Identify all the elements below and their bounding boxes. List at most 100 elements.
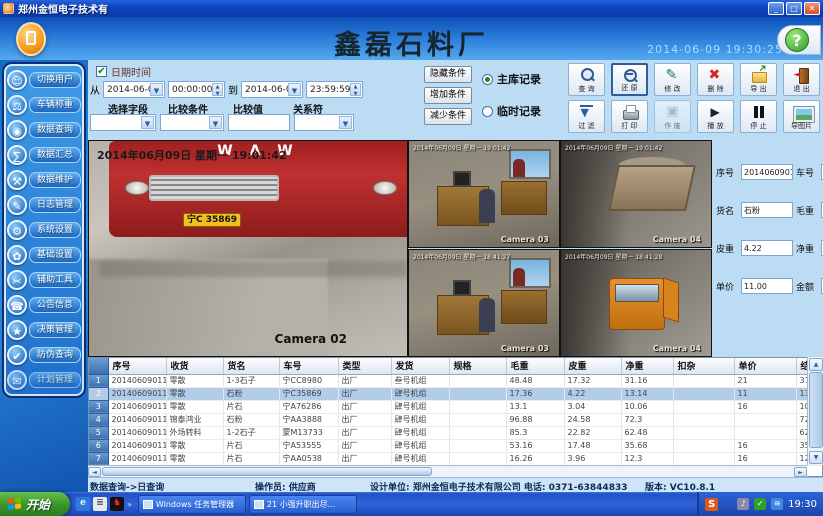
filter-combo-3[interactable] — [228, 114, 290, 131]
column-header[interactable]: 类型 — [338, 358, 391, 374]
chevron-down-icon[interactable]: ▼ — [288, 83, 301, 96]
close-button[interactable]: ✕ — [804, 2, 820, 15]
table-row[interactable]: 72014060901114零散片石宁AA0538出厂肆号机组16.263.96… — [89, 452, 823, 465]
sidebar-item-log-manage[interactable]: ✎日志管理 — [7, 193, 81, 217]
search-button[interactable]: 查 询 — [568, 63, 605, 96]
from-time-spinner[interactable]: 00:00:00▲▼ — [168, 81, 225, 98]
spinner-icon[interactable]: ▲▼ — [350, 83, 361, 96]
taskbar-task-button[interactable]: Windows 任务管理器 — [138, 495, 246, 514]
stop-button[interactable]: 停 止 — [740, 100, 777, 133]
column-header[interactable]: 序号 — [108, 358, 166, 374]
image-button[interactable]: 导图片 — [783, 100, 820, 133]
sidebar-item-decision-manage[interactable]: ★决策管理 — [7, 318, 81, 342]
column-header[interactable]: 皮重 — [564, 358, 621, 374]
desktop-icon[interactable]: ≣ — [93, 497, 107, 511]
quick-launch-overflow-icon[interactable]: » — [127, 500, 132, 509]
camera-feed-main[interactable]: W A W 宁C 35869 2014年06月09日 星期一 19:01:42 … — [88, 140, 408, 357]
column-header[interactable]: 单价 — [734, 358, 796, 374]
record-field-value[interactable]: 4.22 — [741, 240, 793, 256]
sidebar-item-data-summary[interactable]: ∑数据汇总 — [7, 143, 81, 167]
spinner-icon[interactable]: ▲▼ — [212, 83, 223, 96]
scroll-left-icon[interactable]: ◄ — [88, 467, 101, 477]
sidebar-item-aux-tools[interactable]: ✂辅助工具 — [7, 268, 81, 292]
column-header[interactable]: 规格 — [449, 358, 506, 374]
column-header[interactable]: 毛重 — [506, 358, 564, 374]
column-header[interactable]: 车号 — [279, 358, 338, 374]
chevron-down-icon[interactable]: ▼ — [141, 116, 154, 129]
filter-combo-1[interactable]: ▼ — [90, 114, 156, 131]
start-button[interactable]: 开始 — [0, 492, 70, 516]
from-date-picker[interactable]: 2014-06-09▼ — [103, 81, 165, 98]
to-time-spinner[interactable]: 23:59:59▲▼ — [306, 81, 363, 98]
ie-icon[interactable]: e — [76, 497, 90, 511]
table-row[interactable]: 32014060901118零散片石宁A76286出厂肆号机组13.13.041… — [89, 400, 823, 413]
vertical-scrollbar[interactable]: ▲ ▼ — [807, 357, 823, 465]
column-header[interactable]: 货名 — [223, 358, 279, 374]
table-cell: 48.48 — [506, 374, 564, 387]
chevron-down-icon[interactable]: ▼ — [339, 116, 352, 129]
export-button[interactable]: 导 出 — [740, 63, 777, 96]
datetime-checkbox[interactable]: ✔ — [96, 66, 107, 77]
table-cell: 2014060901114 — [108, 452, 166, 465]
security-shield-icon[interactable]: ✓ — [754, 498, 766, 510]
record-field-label: 货名 — [716, 204, 738, 217]
chevron-down-icon[interactable]: ▼ — [150, 83, 163, 96]
records-table[interactable]: 序号收货货名车号类型发货规格毛重皮重净重扣杂单价结算12014060901120… — [88, 357, 823, 477]
record-field-value[interactable]: 石粉 — [741, 202, 793, 218]
help-button[interactable]: ? — [777, 25, 821, 55]
column-header[interactable]: 扣杂 — [673, 358, 734, 374]
sogou-tray-icon[interactable]: S — [705, 498, 718, 511]
record-field-value[interactable]: 11.00 — [741, 278, 793, 294]
vscroll-thumb[interactable] — [809, 372, 823, 448]
camera-feed-small-1[interactable]: 2014年06月09日 星期一 19:01:42Camera 03 — [408, 140, 560, 248]
to-date-picker[interactable]: 2014-06-09▼ — [241, 81, 303, 98]
condition-button[interactable]: 减少条件 — [424, 108, 472, 125]
volume-icon[interactable]: ♪ — [737, 498, 749, 510]
maximize-button[interactable]: □ — [786, 2, 802, 15]
sidebar-item-announcements[interactable]: ☎公告信息 — [7, 293, 81, 317]
table-row[interactable]: 12014060901120零散1-3石子宁CC8980出厂叁号机组48.481… — [89, 374, 823, 387]
filter-combo-2[interactable]: ▼ — [160, 114, 224, 131]
condition-button[interactable]: 增加条件 — [424, 87, 472, 104]
column-header[interactable]: 收货 — [166, 358, 223, 374]
scroll-up-icon[interactable]: ▲ — [809, 358, 823, 371]
column-header[interactable]: 净重 — [621, 358, 673, 374]
camera-feed-small-2[interactable]: 2014年06月09日 星期一 19:01:42Camera 04 — [560, 140, 712, 248]
sidebar-item-system-settings[interactable]: ⚙系统设置 — [7, 218, 81, 242]
table-row[interactable]: 22014060901119零散石粉宁C35869出厂肆号机组17.364.22… — [89, 387, 823, 400]
chevron-down-icon[interactable]: ▼ — [209, 116, 222, 129]
scroll-right-icon[interactable]: ► — [794, 467, 807, 477]
sidebar-item-basic-settings[interactable]: ✿基础设置 — [7, 243, 81, 267]
camera-feed-small-3[interactable]: 2014年06月09日 星期一 18:41:27Camera 03 — [408, 249, 560, 357]
print-button[interactable]: 打 印 — [611, 100, 648, 133]
taskbar-task-button[interactable]: 21 小强升职出尽... — [249, 495, 357, 514]
camera-feed-small-4[interactable]: 2014年06月09日 星期一 18:41:28Camera 04 — [560, 249, 712, 357]
sidebar-item-anticounterfeit-query[interactable]: ✔防伪查询 — [7, 343, 81, 367]
sidebar-item-data-query[interactable]: ◉数据查询 — [7, 118, 81, 142]
hscroll-thumb[interactable] — [102, 467, 432, 476]
table-row[interactable]: 62014060901115零散片石宁A53555出厂肆号机组53.1617.4… — [89, 439, 823, 452]
network-icon[interactable]: ≋ — [771, 498, 783, 510]
sidebar-item-data-maintain[interactable]: ⚒数据维护 — [7, 168, 81, 192]
play-button[interactable]: 播 放 — [697, 100, 734, 133]
horizontal-scrollbar[interactable]: ◄ ► — [88, 465, 807, 477]
column-header[interactable]: 发货 — [391, 358, 449, 374]
table-row[interactable]: 42014060901117锦泰鸿业石粉宁AA3888出厂肆号机组96.8824… — [89, 413, 823, 426]
sidebar-item-vehicle-weigh[interactable]: ⚖车辆称重 — [7, 93, 81, 117]
radio-main-records[interactable]: 主库记录 — [482, 70, 541, 88]
exit-button[interactable]: 退 出 — [783, 63, 820, 96]
sidebar-item-plan-manage[interactable]: ✉计划管理 — [7, 368, 81, 392]
delete-button[interactable]: 删 除 — [697, 63, 734, 96]
filter-button[interactable]: 过 滤 — [568, 100, 605, 133]
scroll-down-icon[interactable]: ▼ — [809, 451, 823, 464]
filter-combo-4[interactable]: ▼ — [294, 114, 354, 131]
sidebar-item-switch-user[interactable]: ☺切换用户 — [7, 68, 81, 92]
qq-icon[interactable]: ♞ — [110, 497, 124, 511]
edit-button[interactable]: 修 改 — [654, 63, 691, 96]
condition-button[interactable]: 隐藏条件 — [424, 66, 472, 83]
minimize-button[interactable]: _ — [768, 2, 784, 15]
table-row[interactable]: 52014060901116外场转料1-2石子蒙M13733出厂肆号机组85.3… — [89, 426, 823, 439]
record-field-value[interactable]: 2014060901 — [741, 164, 793, 180]
radio-temp-records[interactable]: 临时记录 — [482, 102, 541, 120]
reset-button[interactable]: 还 原 — [611, 63, 648, 96]
